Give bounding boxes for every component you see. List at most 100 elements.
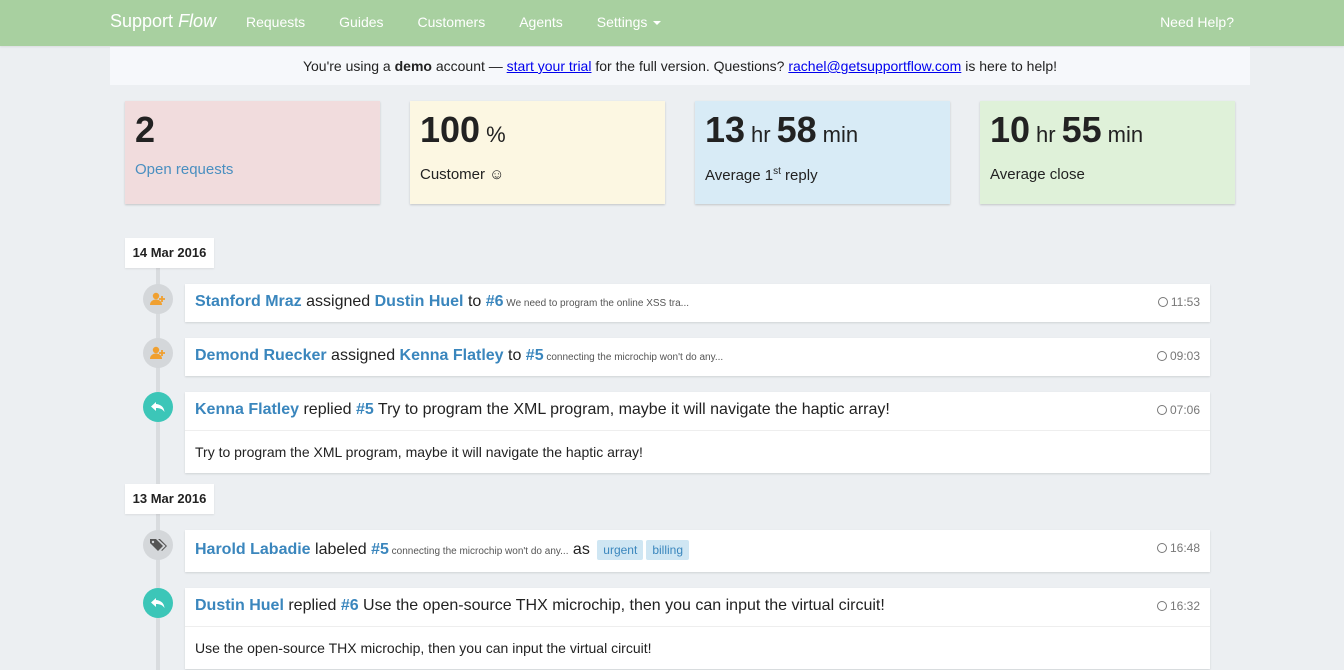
banner-after-trial: for the full version. Questions? — [591, 58, 789, 74]
demo-banner: You're using a demo account — start your… — [110, 47, 1250, 85]
tag-urgent[interactable]: urgent — [597, 539, 644, 560]
ticket-link[interactable]: #6 — [341, 597, 359, 614]
ticket-link[interactable]: #5 — [356, 401, 374, 418]
brand-logo[interactable]: Support Flow — [110, 11, 216, 32]
clock-icon — [1157, 297, 1168, 307]
entry-as: as — [568, 541, 595, 558]
satisfaction-label: Customer ☺ — [420, 166, 505, 183]
ticket-link[interactable]: #5 — [526, 347, 544, 364]
assignee-link[interactable]: Kenna Flatley — [400, 347, 504, 364]
min-unit: min — [1107, 122, 1144, 147]
timeline-entry: Kenna Flatley replied #5 Try to program … — [185, 392, 1210, 473]
nav-agents[interactable]: Agents — [519, 14, 563, 30]
first-reply-hours: 13 — [705, 109, 746, 150]
actor-link[interactable]: Harold Labadie — [195, 541, 311, 558]
reply-title: Use the open-source THX microchip, then … — [358, 597, 885, 614]
nav-requests[interactable]: Requests — [246, 14, 305, 30]
entry-verb: labeled — [310, 541, 372, 558]
entry-time: 11:53 — [1157, 284, 1200, 320]
reply-title: Try to program the XML program, maybe it… — [373, 401, 890, 418]
ticket-snippet: connecting the microchip won't do any... — [388, 546, 569, 557]
time-text: 16:48 — [1169, 541, 1200, 555]
support-email-link[interactable]: rachel@getsupportflow.com — [788, 58, 961, 74]
close-minutes: 55 — [1061, 109, 1102, 150]
nav-guides[interactable]: Guides — [339, 14, 383, 30]
first-reply-minutes: 58 — [776, 109, 817, 150]
ticket-link[interactable]: #6 — [486, 293, 504, 310]
banner-prefix: You're using a — [302, 58, 395, 74]
first-reply-label-text: Average 1 — [705, 167, 774, 184]
time-text: 11:53 — [1170, 295, 1200, 309]
need-help-link[interactable]: Need Help? — [1160, 14, 1234, 30]
satisfaction-number: 100 — [420, 109, 481, 150]
stat-card-close: 10 hr 55 min Average close — [980, 101, 1235, 204]
entry-header: Harold Labadie labeled #5 connecting the… — [185, 530, 1210, 572]
tag-billing[interactable]: billing — [646, 539, 689, 560]
reply-body: Use the open-source THX microchip, then … — [185, 626, 1210, 669]
nav-settings-label: Settings — [596, 14, 648, 30]
clock-icon — [1156, 543, 1167, 553]
time-text: 07:06 — [1169, 403, 1200, 417]
start-trial-link[interactable]: start your trial — [507, 58, 592, 74]
clock-icon — [1156, 405, 1167, 415]
ticket-link[interactable]: #5 — [371, 541, 389, 558]
stat-card-satisfaction: 100% Customer ☺ — [410, 101, 665, 204]
banner-mid: account — — [431, 58, 507, 74]
first-reply-sup: st — [773, 166, 781, 177]
first-reply-value: 13 hr 58 min — [705, 109, 940, 156]
time-text: 09:03 — [1169, 349, 1200, 363]
hr-unit: hr — [1036, 122, 1056, 147]
timeline-entry: Stanford Mraz assigned Dustin Huel to #6… — [185, 284, 1210, 322]
open-requests-count: 2 — [135, 109, 156, 150]
first-reply-label-end: reply — [780, 167, 818, 184]
entry-time: 09:03 — [1156, 338, 1200, 374]
hr-unit: hr — [751, 122, 771, 147]
nav-links: Requests Guides Customers Agents Setting… — [246, 14, 695, 30]
actor-link[interactable]: Stanford Mraz — [195, 293, 302, 310]
entry-time: 07:06 — [1156, 392, 1200, 428]
timeline-entry: Demond Ruecker assigned Kenna Flatley to… — [185, 338, 1210, 376]
top-navbar: Support Flow Requests Guides Customers A… — [0, 0, 1344, 46]
stat-card-first-reply: 13 hr 58 min Average 1st reply — [695, 101, 950, 204]
actor-link[interactable]: Kenna Flatley — [195, 401, 299, 418]
first-reply-label: Average 1st reply — [705, 166, 940, 184]
timeline-entry: Harold Labadie labeled #5 connecting the… — [185, 530, 1210, 572]
reply-icon — [143, 392, 173, 422]
assign-user-icon — [143, 284, 173, 314]
ticket-snippet: We need to program the online XSS tra... — [503, 298, 690, 309]
close-label: Average close — [990, 166, 1085, 183]
close-value: 10 hr 55 min — [990, 109, 1225, 156]
banner-suffix: is here to help! — [961, 58, 1058, 74]
entry-time: 16:32 — [1156, 588, 1200, 624]
close-hours: 10 — [990, 109, 1031, 150]
actor-link[interactable]: Demond Ruecker — [195, 347, 327, 364]
ticket-snippet: connecting the microchip won't do any... — [543, 352, 724, 363]
date-label: 13 Mar 2016 — [125, 484, 214, 514]
nav-settings-dropdown[interactable]: Settings — [597, 14, 662, 30]
entry-verb: replied — [299, 401, 356, 418]
actor-link[interactable]: Dustin Huel — [195, 597, 284, 614]
time-text: 16:32 — [1169, 599, 1200, 613]
assignee-link[interactable]: Dustin Huel — [375, 293, 464, 310]
tags-icon — [143, 530, 173, 560]
entry-time: 16:48 — [1156, 530, 1200, 566]
nav-customers[interactable]: Customers — [418, 14, 486, 30]
entry-verb: assigned — [301, 293, 375, 310]
timeline-entry: Dustin Huel replied #6 Use the open-sour… — [185, 588, 1210, 669]
reply-body: Try to program the XML program, maybe it… — [185, 430, 1210, 473]
brand-italic: Flow — [178, 11, 217, 31]
entry-to: to — [503, 347, 526, 364]
min-unit: min — [822, 122, 859, 147]
percent-unit: % — [486, 122, 506, 147]
brand-main: Support — [110, 11, 174, 31]
clock-icon — [1156, 351, 1167, 361]
entry-header: Stanford Mraz assigned Dustin Huel to #6… — [185, 284, 1210, 322]
open-requests-link[interactable]: Open requests — [135, 161, 370, 178]
satisfaction-value: 100% — [420, 109, 655, 156]
entry-header: Demond Ruecker assigned Kenna Flatley to… — [185, 338, 1210, 376]
entry-verb: assigned — [326, 347, 400, 364]
date-label: 14 Mar 2016 — [125, 238, 214, 268]
reply-icon — [143, 588, 173, 618]
entry-to: to — [463, 293, 486, 310]
entry-header: Kenna Flatley replied #5 Try to program … — [185, 392, 1210, 430]
